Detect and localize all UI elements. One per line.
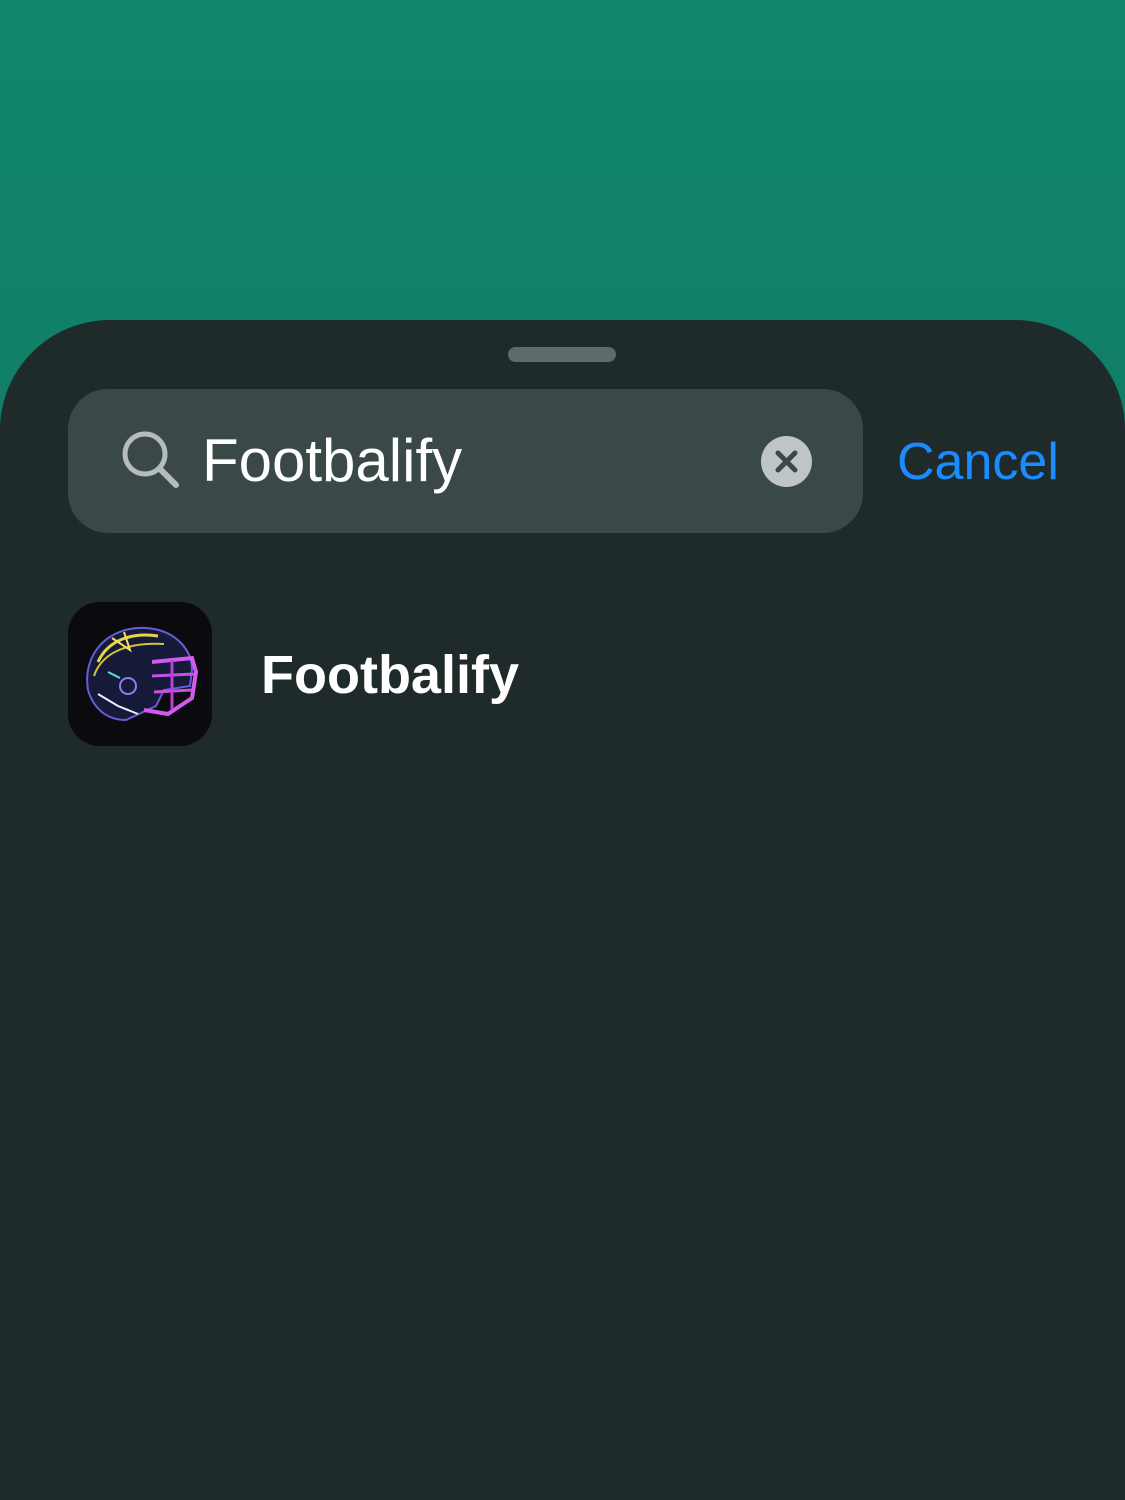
close-icon bbox=[775, 450, 798, 473]
clear-search-button[interactable] bbox=[761, 436, 812, 487]
cancel-button[interactable]: Cancel bbox=[897, 430, 1059, 494]
sheet-grabber[interactable] bbox=[508, 347, 616, 362]
search-icon bbox=[120, 429, 182, 491]
football-helmet-icon bbox=[68, 602, 212, 746]
result-app-name: Footbalify bbox=[261, 645, 519, 705]
search-field[interactable] bbox=[68, 389, 863, 533]
search-sheet: Cancel Footbalify bbox=[0, 320, 1125, 1500]
search-input[interactable] bbox=[202, 417, 742, 505]
search-result-item[interactable]: Footbalify bbox=[68, 602, 1058, 747]
